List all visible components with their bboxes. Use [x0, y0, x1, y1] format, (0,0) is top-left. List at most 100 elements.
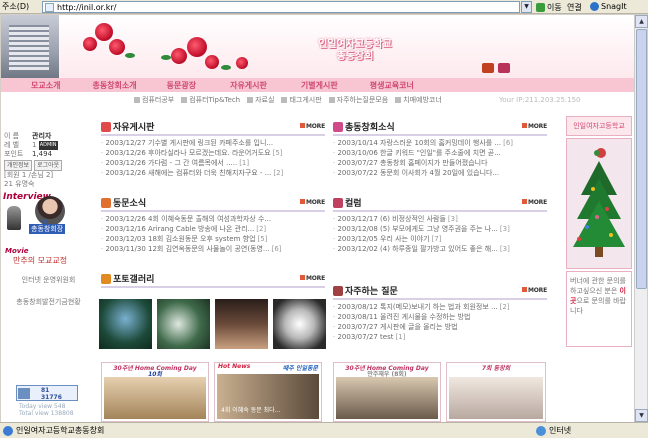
nav-item-free-board[interactable]: 자유게시판	[230, 80, 267, 91]
subnav-item-dementia[interactable]: 치매예방코너	[395, 95, 442, 105]
logout-button[interactable]: 로그아웃	[34, 160, 63, 171]
level-badge: ADMIN	[38, 141, 58, 150]
list-item[interactable]: 2003/12/17 (6) 비정상적인 사람들[3]	[333, 214, 547, 224]
list-item[interactable]: 2003/12/08 (5) 부모에게도 그냥 영주권을 주는 나...[3]	[333, 224, 547, 234]
list-item[interactable]: 2003/07/27 게시판에 글을 올리는 방법	[333, 322, 547, 332]
list-item[interactable]: 2003/10/14 자랑스러운 10회의 홈커밍데이 행사를 ...[6]	[333, 138, 547, 148]
site-title[interactable]: 인일여자고등학교 총동창회	[310, 39, 400, 63]
more-button[interactable]: MORE	[300, 123, 325, 130]
status-text: 인일여자고등학교총동창회	[16, 426, 105, 435]
homecoming-banner-2[interactable]: 30주년 Home Coming Day 만주재우 (8회)	[333, 362, 441, 422]
subnav-item-computer[interactable]: 컴퓨터공부	[134, 95, 174, 105]
movie-link[interactable]: 만추의 모교교정	[13, 255, 67, 266]
list-item[interactable]: 2003/08/12 톡지(메모)보내기 하는 법과 회원정보 ...[2]	[333, 302, 547, 312]
go-button[interactable]: 이동	[536, 2, 562, 13]
section-title[interactable]: 동문소식	[113, 196, 146, 209]
list-item[interactable]: 2003/11/30 12회 김연옥동문의 사물놀이 공연(동영...[6]	[101, 244, 325, 254]
go-arrow-icon	[536, 3, 545, 12]
home-icon[interactable]	[482, 63, 494, 73]
rose-image	[109, 39, 125, 55]
today-view: Today view 548	[19, 403, 66, 410]
globe-icon	[536, 425, 546, 436]
chevron-down-icon[interactable]: ▼	[521, 1, 532, 13]
list-item[interactable]: 2003/12/03 18회 김소원동문 오후 system 향업[5]	[101, 234, 325, 244]
nav-item-plaza[interactable]: 동문광장	[167, 80, 196, 91]
photo-thumbnail[interactable]	[273, 299, 326, 349]
menu-development-fund[interactable]: 총동창회발전기금현황	[1, 297, 96, 307]
profile-button[interactable]: 개인정보	[4, 160, 33, 171]
photo-gallery-section: 포토갤러리 MORE	[101, 273, 325, 290]
subnav-item-tip[interactable]: 컴퓨터Tip&Tech	[181, 95, 240, 105]
address-input[interactable]: http://inil.or.kr/	[42, 1, 520, 13]
school-link-box[interactable]: 인일여자고등학교	[566, 116, 632, 136]
list-item[interactable]: 2003/08/11 올려진 게시물을 수정하는 방법	[333, 312, 547, 322]
more-button[interactable]: MORE	[300, 199, 325, 206]
list-item[interactable]: 2003/07/27 총동창회 홈페이지가 만들어졌습니다	[333, 158, 547, 168]
hot-news-banner[interactable]: Hot News 때주 인일동문 4회 이혜숙 동문 최다…	[214, 362, 322, 422]
subnav-item-data[interactable]: 자료실	[247, 95, 274, 105]
section-title[interactable]: 컬럼	[345, 196, 362, 209]
list-item[interactable]: 2003/07/22 동문회 이사회가 4월 20일에 있습니다...	[333, 168, 547, 178]
nav-item-class-board[interactable]: 기별게시판	[301, 80, 338, 91]
nav-item-alumni[interactable]: 총동창회소개	[92, 80, 136, 91]
interview-name[interactable]: 총동창회장	[29, 224, 66, 234]
list-item[interactable]: 2003/12/05 우리 사는 이야기[7]	[333, 234, 547, 244]
photo-thumbnail[interactable]	[215, 299, 268, 349]
question-icon	[333, 285, 343, 296]
page-icon	[45, 2, 54, 12]
list-item[interactable]: 2003/12/27 기수별 게시판에 링크된 카페주소를 입니...	[101, 138, 325, 148]
microphone-icon	[7, 206, 21, 230]
mail-icon[interactable]	[498, 63, 510, 73]
subnav-item-tag[interactable]: 태그게시판	[281, 95, 321, 105]
snagit-label: SnagIt	[601, 2, 627, 11]
online-member[interactable]: 21 유명숙	[4, 180, 94, 189]
section-title[interactable]: 포토갤러리	[113, 272, 154, 285]
faq-section: 자주하는 질문 MORE 2003/08/12 톡지(메모)보내기 하는 법과 …	[333, 285, 547, 342]
more-button[interactable]: MORE	[522, 199, 547, 206]
menu-internet-committee[interactable]: 인터넷 운영위원회	[1, 275, 96, 285]
rose-image	[95, 23, 113, 41]
photo-thumbnails	[99, 299, 326, 349]
photo-thumbnail[interactable]	[99, 299, 152, 349]
section-title[interactable]: 자유게시판	[113, 120, 154, 133]
list-item[interactable]: 2003/12/26 가다럼 - 그 간 여름목에서 .....[1]	[101, 158, 325, 168]
rose-image	[83, 37, 97, 51]
address-label: 주소(D)	[2, 2, 30, 11]
nav-item-education[interactable]: 평생교육코너	[370, 80, 414, 91]
list-item[interactable]: 2003/12/26 4회 이혜숙동문 출해의 여성과학자상 수...	[101, 214, 325, 224]
section-title[interactable]: 총동창회소식	[345, 120, 395, 133]
homecoming-banner[interactable]: 30주년 Home Coming Day 10회	[101, 362, 209, 422]
banner-title: 7회 동창회	[481, 365, 511, 372]
level-label: 레 벨	[4, 141, 20, 149]
list-item[interactable]: 2003/10/06 한글 키워드 "인일"를 주소줄에 치면 곧...	[333, 148, 547, 158]
class7-banner[interactable]: 7회 동창회	[446, 362, 546, 422]
section-title[interactable]: 자주하는 질문	[345, 284, 398, 297]
alumni-news-section: 총동창회소식 MORE 2003/10/14 자랑스러운 10회의 홈커밍데이 …	[333, 121, 547, 178]
scroll-thumb[interactable]	[636, 29, 647, 289]
scroll-down-icon[interactable]: ▼	[635, 409, 648, 422]
snagit-button[interactable]: SnagIt	[590, 2, 627, 11]
vertical-scrollbar[interactable]: ▲ ▼	[634, 15, 648, 422]
list-item[interactable]: 2003/12/26 새해에는 컴퓨터와 더욱 친해지자구요 - ...[2]	[101, 168, 325, 178]
christmas-tree-image	[566, 138, 632, 269]
nav-item-school[interactable]: 모교소개	[31, 80, 60, 91]
more-button[interactable]: MORE	[522, 287, 547, 294]
snagit-icon	[590, 2, 599, 11]
photo-thumbnail[interactable]	[157, 299, 210, 349]
christmas-tree-icon	[573, 148, 625, 257]
scroll-up-icon[interactable]: ▲	[635, 15, 648, 28]
school-link[interactable]: 인일여자고등학교	[567, 117, 631, 135]
counter-top: 81	[41, 387, 50, 394]
url-text: http://inil.or.kr/	[57, 2, 117, 12]
list-item[interactable]: 2003/12/16 Arirang Cable 방송에 나온 관리...[2]	[101, 224, 325, 234]
list-item[interactable]: 2003/12/02 (4) 하루종일 팔가방고 있어도 좋은 해...[3]	[333, 244, 547, 254]
more-button[interactable]: MORE	[522, 123, 547, 130]
list-item[interactable]: 2003/07/27 test[1]	[333, 332, 547, 342]
list-item[interactable]: 2003/12/26 후아타실라나 모르겠는데요. 라운어거도요[5]	[101, 148, 325, 158]
subnav-item-faq[interactable]: 자주하는질문모음	[329, 95, 389, 105]
web-page: 인일여자고등학교 총동창회 모교소개 총동창회소개 동문광장 자유게시판 기별게…	[1, 15, 634, 422]
leaf-image	[221, 65, 231, 70]
visit-stats: Today view 548 Total view 138808	[19, 403, 74, 417]
more-button[interactable]: MORE	[300, 275, 325, 282]
links-button[interactable]: 연결	[567, 2, 582, 13]
